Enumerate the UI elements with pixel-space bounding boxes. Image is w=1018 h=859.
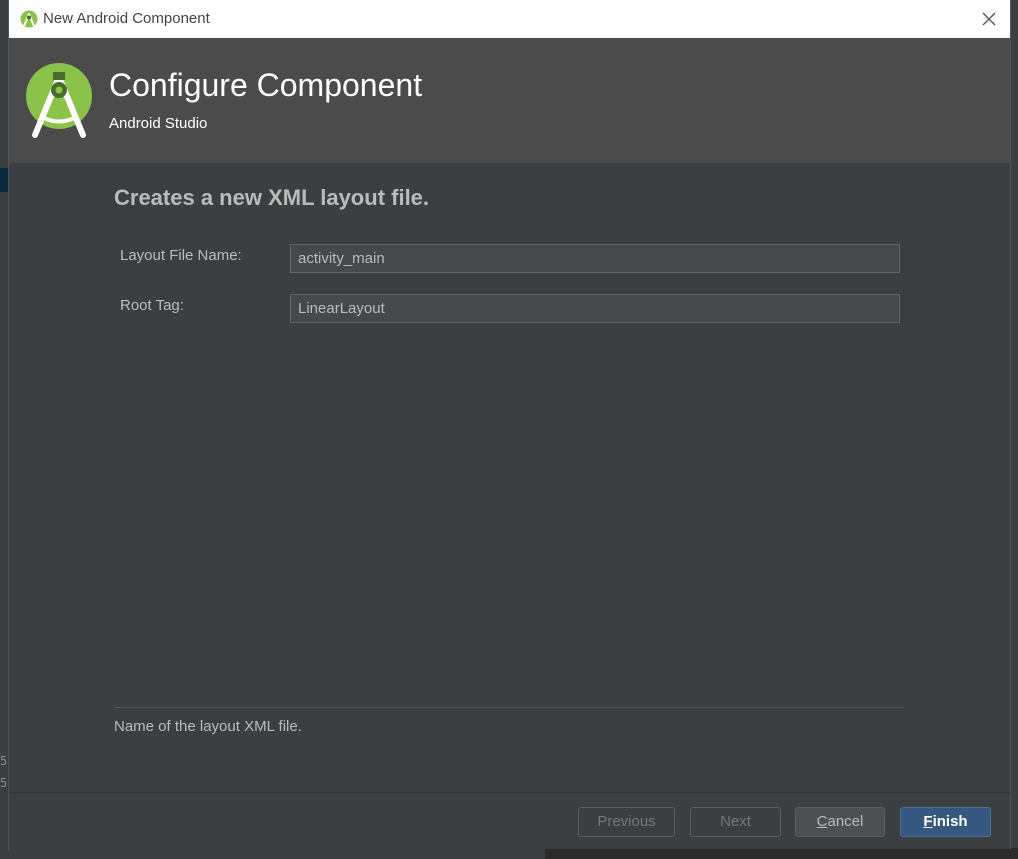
finish-label-rest: inish bbox=[932, 813, 968, 830]
new-android-component-dialog: New Android Component Configure Componen… bbox=[9, 0, 1010, 849]
step-heading: Creates a new XML layout file. bbox=[114, 185, 430, 210]
android-studio-icon bbox=[20, 10, 38, 28]
cancel-label-rest: ancel bbox=[827, 813, 864, 830]
previous-button[interactable]: Previous bbox=[578, 807, 675, 837]
wizard-title: Configure Component bbox=[109, 67, 423, 103]
layout-file-name-input[interactable] bbox=[290, 244, 900, 273]
background-ide-right-strip bbox=[1010, 0, 1018, 859]
dialog-footer: Previous Next Cancel Finish bbox=[9, 792, 1010, 849]
next-button[interactable]: Next bbox=[690, 807, 781, 837]
finish-mnemonic: F bbox=[923, 813, 933, 830]
root-tag-input[interactable] bbox=[290, 294, 900, 323]
root-tag-label: Root Tag: bbox=[120, 297, 184, 314]
help-divider bbox=[114, 707, 904, 708]
finish-button[interactable]: Finish bbox=[900, 807, 991, 837]
wizard-header: Configure Component Android Studio bbox=[9, 38, 1010, 163]
background-selected-row bbox=[0, 168, 9, 192]
cancel-button[interactable]: Cancel bbox=[795, 807, 885, 837]
cancel-mnemonic: C bbox=[816, 813, 828, 830]
background-ide-left-strip: 52 52 bbox=[0, 0, 14, 859]
wizard-subtitle: Android Studio bbox=[109, 115, 208, 132]
dialog-titlebar: New Android Component bbox=[9, 0, 1010, 38]
dialog-title: New Android Component bbox=[43, 10, 210, 27]
background-ide-bottom-strip bbox=[0, 848, 1018, 859]
background-editor-area bbox=[545, 848, 1018, 859]
android-studio-logo bbox=[26, 63, 92, 138]
wizard-content: Creates a new XML layout file. Layout Fi… bbox=[9, 163, 1010, 792]
layout-file-name-label: Layout File Name: bbox=[120, 247, 242, 264]
help-text: Name of the layout XML file. bbox=[114, 718, 302, 735]
close-icon[interactable] bbox=[976, 6, 1002, 32]
